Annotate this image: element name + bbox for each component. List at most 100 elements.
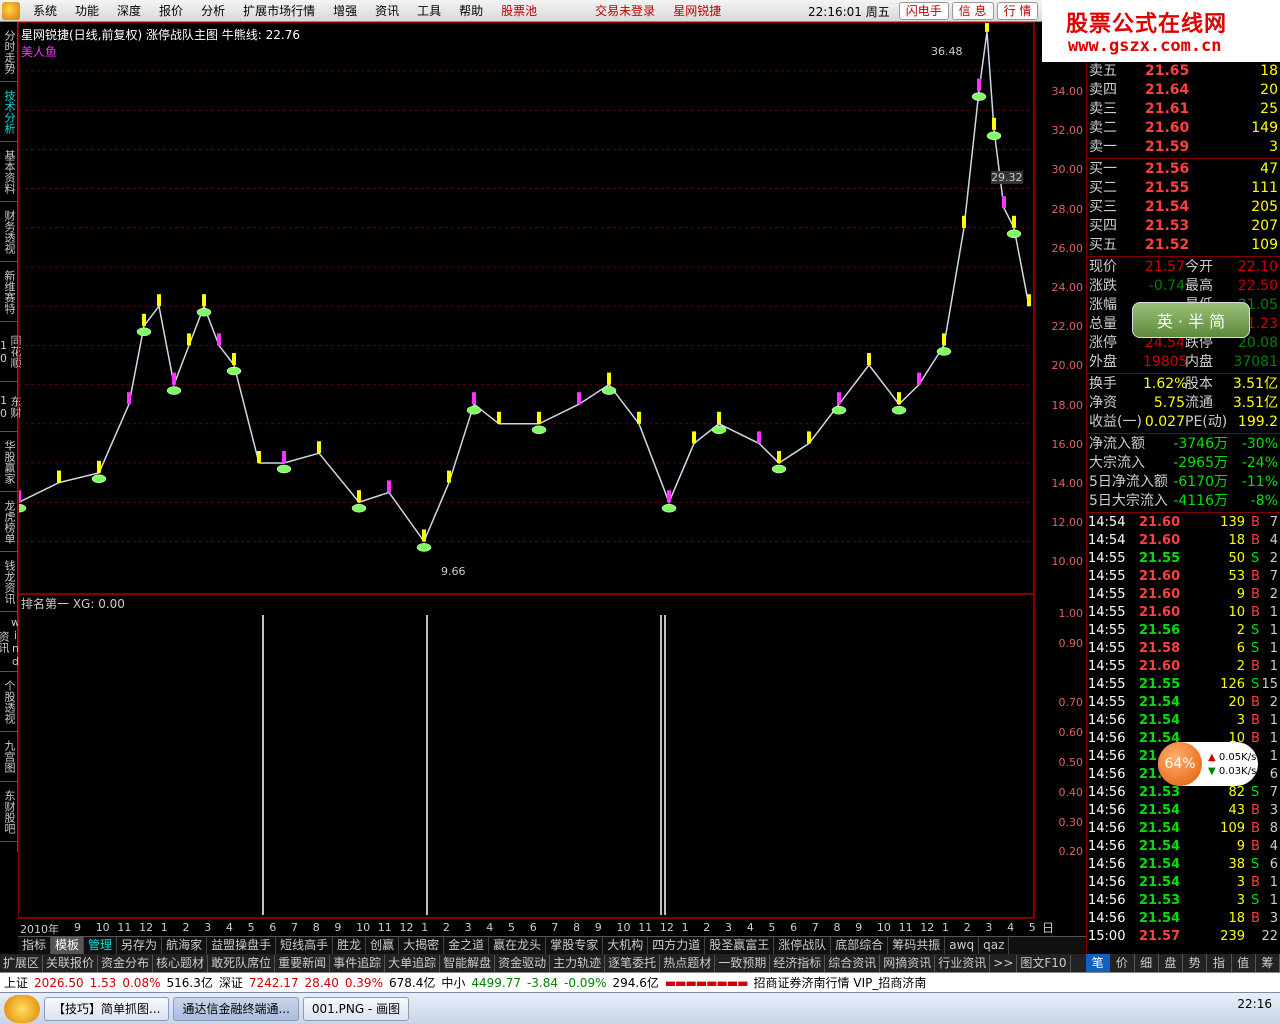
network-speed-widget[interactable]: 64% ▲ 0.05K/s ▼ 0.03K/s bbox=[1158, 742, 1258, 786]
trade-status[interactable]: 交易未登录 bbox=[586, 0, 664, 22]
link-item[interactable]: 事件追踪 bbox=[330, 954, 386, 972]
right-tab[interactable]: 值 bbox=[1232, 954, 1256, 972]
right-tab[interactable]: 细 bbox=[1135, 954, 1159, 972]
sz-index-label[interactable]: 深证 bbox=[219, 974, 243, 991]
indicator-tab[interactable]: 航海家 bbox=[162, 937, 208, 954]
tab-wind[interactable]: wind资讯 bbox=[0, 612, 22, 672]
indicator-tab[interactable]: 另存为 bbox=[117, 937, 163, 954]
link-item[interactable]: 关联报价 bbox=[43, 954, 99, 972]
link-item[interactable]: 经济指标 bbox=[770, 954, 826, 972]
link-item[interactable]: 网摘资讯 bbox=[880, 954, 936, 972]
indicator-tab[interactable]: 股圣赢富王 bbox=[705, 937, 775, 954]
tab-xinwei[interactable]: 新维赛特 bbox=[0, 262, 18, 322]
link-item[interactable]: 图文F10 bbox=[1017, 954, 1071, 972]
indicator-tab[interactable]: 涨停战队 bbox=[774, 937, 832, 954]
link-item[interactable]: 行业资讯 bbox=[935, 954, 991, 972]
menu-help[interactable]: 帮助 bbox=[450, 0, 492, 22]
menu-stock-pool[interactable]: 股票池 bbox=[492, 0, 546, 22]
sell-level[interactable]: 卖四 21.64 20 bbox=[1087, 81, 1280, 100]
right-tab[interactable]: 笔 bbox=[1086, 954, 1111, 972]
link-item[interactable]: 核心题材 bbox=[153, 954, 209, 972]
info-button[interactable]: 信 息 bbox=[951, 2, 994, 20]
menu-quote[interactable]: 报价 bbox=[150, 0, 192, 22]
tab-tonghuashun[interactable]: 同花顺10 bbox=[0, 322, 22, 382]
menu-analysis[interactable]: 分析 bbox=[192, 0, 234, 22]
main-kline-chart[interactable]: 星网锐捷(日线,前复权) 涨停战队主图 牛熊线: 22.76 美人鱼 36.48… bbox=[18, 22, 1034, 594]
buy-level[interactable]: 买二 21.55 111 bbox=[1087, 179, 1280, 198]
tab-qianlong[interactable]: 钱龙资讯 bbox=[0, 552, 18, 612]
indicator-tab[interactable]: 短线高手 bbox=[276, 937, 334, 954]
indicator-tab[interactable]: 金之道 bbox=[444, 937, 490, 954]
tab-finance[interactable]: 财务透视 bbox=[0, 202, 18, 262]
right-tab[interactable]: 筹 bbox=[1256, 954, 1280, 972]
menu-enhance[interactable]: 增强 bbox=[324, 0, 366, 22]
indicator-tab[interactable]: 创赢 bbox=[366, 937, 400, 954]
sell-level[interactable]: 卖一 21.59 3 bbox=[1087, 138, 1280, 157]
sub-indicator-chart[interactable]: 排名第一 XG: 0.00 bbox=[18, 594, 1034, 918]
indicator-tab[interactable]: 指标 bbox=[18, 937, 52, 954]
link-item[interactable]: 主力轨迹 bbox=[550, 954, 606, 972]
zx-index-label[interactable]: 中小 bbox=[441, 974, 465, 991]
indicator-tab[interactable]: 赢在龙头 bbox=[489, 937, 547, 954]
tab-dongcai[interactable]: 东财10 bbox=[0, 382, 22, 432]
link-item[interactable]: 资金分布 bbox=[98, 954, 154, 972]
link-item[interactable]: 敢死队席位 bbox=[208, 954, 276, 972]
indicator-tab[interactable]: 四方力道 bbox=[648, 937, 706, 954]
right-tab[interactable]: 盘 bbox=[1159, 954, 1183, 972]
indicator-tab[interactable]: 益盟操盘手 bbox=[207, 937, 277, 954]
indicator-tab[interactable]: 管理 bbox=[84, 937, 118, 954]
menu-system[interactable]: 系统 bbox=[24, 0, 66, 22]
buy-level[interactable]: 买一 21.56 47 bbox=[1087, 160, 1280, 179]
indicator-tab[interactable]: awq bbox=[945, 937, 980, 954]
link-item[interactable]: 综合资讯 bbox=[825, 954, 881, 972]
sell-level[interactable]: 卖二 21.60 149 bbox=[1087, 119, 1280, 138]
sell-level[interactable]: 卖五 21.65 18 bbox=[1087, 62, 1280, 81]
buy-level[interactable]: 买三 21.54 205 bbox=[1087, 198, 1280, 217]
tab-technical[interactable]: 技术分析 bbox=[0, 82, 18, 142]
market-button[interactable]: 行 情 bbox=[996, 2, 1039, 20]
indicator-tab[interactable]: 大机构 bbox=[603, 937, 649, 954]
tab-longhu[interactable]: 龙虎榜单 bbox=[0, 492, 18, 552]
indicator-tab[interactable]: 胜龙 bbox=[333, 937, 367, 954]
right-tab[interactable]: 价 bbox=[1110, 954, 1135, 972]
link-item[interactable]: >> bbox=[990, 954, 1018, 972]
indicator-tab[interactable]: 大揭密 bbox=[399, 937, 445, 954]
tab-basic-info[interactable]: 基本资料 bbox=[0, 142, 18, 202]
sh-index-label[interactable]: 上证 bbox=[4, 974, 28, 991]
taskbar-item-tdx[interactable]: 通达信金融终端通... bbox=[173, 996, 299, 1021]
tab-stock-view[interactable]: 个股透视 bbox=[0, 672, 18, 732]
tab-huagu[interactable]: 华股赢家 bbox=[0, 432, 18, 492]
tab-nine-grid[interactable]: 九宫图 bbox=[0, 732, 18, 782]
link-item[interactable]: 扩展区 bbox=[0, 954, 44, 972]
menu-info[interactable]: 资讯 bbox=[366, 0, 408, 22]
link-item[interactable]: 大单追踪 bbox=[385, 954, 441, 972]
menu-depth[interactable]: 深度 bbox=[108, 0, 150, 22]
tab-intraday[interactable]: 分时走势 bbox=[0, 22, 18, 82]
tick-list[interactable]: 14:54 21.60 139 B 7 14:54 21.60 18 B 4 14:55 21.55 5… bbox=[1087, 514, 1280, 946]
buy-level[interactable]: 买四 21.53 207 bbox=[1087, 217, 1280, 236]
start-button[interactable] bbox=[4, 994, 40, 1023]
menu-extended-market[interactable]: 扩展市场行情 bbox=[234, 0, 324, 22]
indicator-tab[interactable]: 筹码共振 bbox=[888, 937, 946, 954]
indicator-tab[interactable]: 模板 bbox=[51, 937, 85, 954]
input-method-badge[interactable]: 英 · 半 简 bbox=[1132, 302, 1250, 338]
sell-level[interactable]: 卖三 21.61 25 bbox=[1087, 100, 1280, 119]
buy-level[interactable]: 买五 21.52 109 bbox=[1087, 236, 1280, 255]
indicator-tab[interactable]: 掌股专家 bbox=[546, 937, 604, 954]
indicator-tab[interactable]: qaz bbox=[979, 937, 1010, 954]
menu-function[interactable]: 功能 bbox=[66, 0, 108, 22]
kline-svg[interactable] bbox=[19, 23, 1033, 593]
taskbar-item-tips[interactable]: 【技巧】简单抓图... bbox=[44, 996, 170, 1021]
indicator-tab[interactable]: 底部综合 bbox=[831, 937, 889, 954]
flash-trade-button[interactable]: 闪电手 bbox=[898, 2, 949, 20]
link-item[interactable]: 热点题材 bbox=[660, 954, 716, 972]
link-item[interactable]: 资金驱动 bbox=[495, 954, 551, 972]
link-item[interactable]: 逐笔委托 bbox=[605, 954, 661, 972]
tab-guba[interactable]: 东财股吧 bbox=[0, 782, 18, 842]
link-item[interactable]: 重要新闻 bbox=[275, 954, 331, 972]
link-item[interactable]: 智能解盘 bbox=[440, 954, 496, 972]
right-tab[interactable]: 指 bbox=[1207, 954, 1232, 972]
menu-tools[interactable]: 工具 bbox=[408, 0, 450, 22]
link-item[interactable]: 一致预期 bbox=[715, 954, 771, 972]
right-tab[interactable]: 势 bbox=[1183, 954, 1208, 972]
